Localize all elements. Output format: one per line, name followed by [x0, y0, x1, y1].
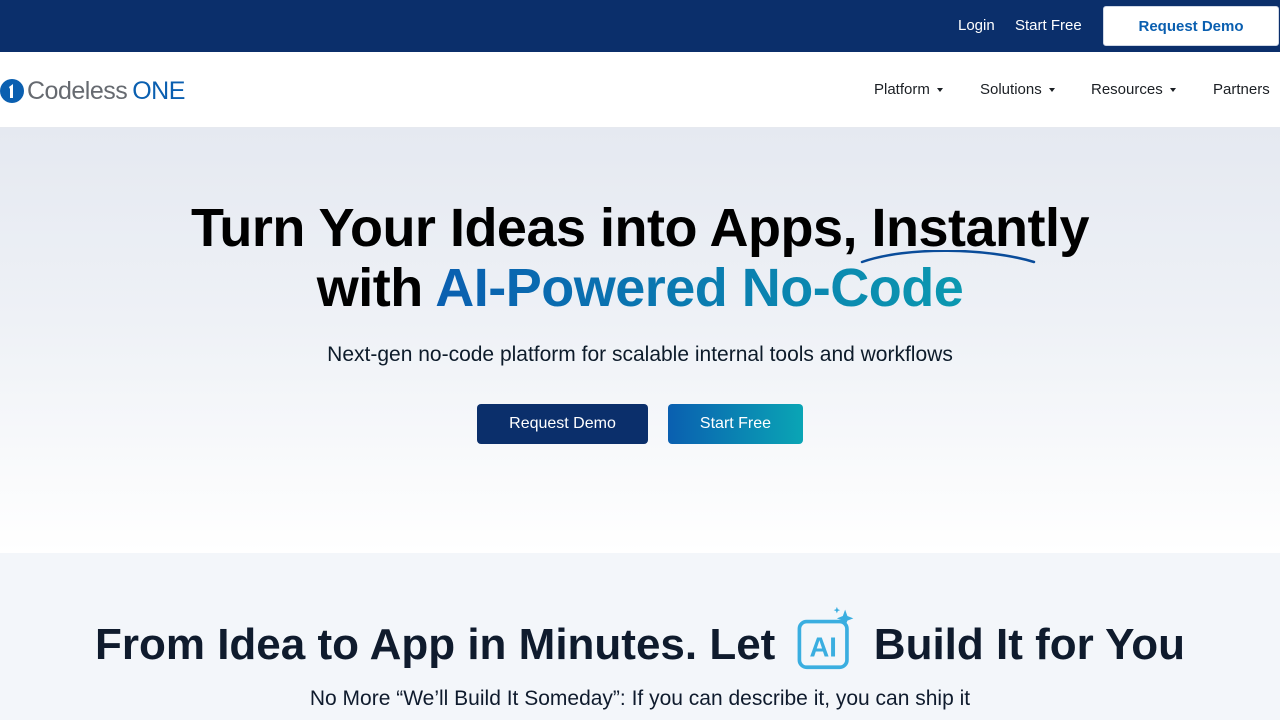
- codeless-one-logo[interactable]: Codeless ONE: [0, 77, 185, 105]
- nav-item-label: Partners: [1213, 81, 1270, 98]
- hero-title-line2: with AI-Powered No-Code: [0, 258, 1280, 318]
- nav-item-label: Platform: [874, 81, 930, 98]
- section-subtitle: No More “We’ll Build It Someday”: If you…: [309, 687, 971, 710]
- caret-down-icon: [1048, 88, 1055, 92]
- ai-sparkle-icon: AI: [797, 607, 853, 670]
- logo-word-one: ONE: [132, 76, 185, 105]
- nav-item-platform[interactable]: Platform: [874, 81, 943, 98]
- hero-subtitle: Next-gen no-code platform for scalable i…: [327, 343, 953, 366]
- caret-down-icon: [936, 88, 943, 92]
- hero-start-free-button[interactable]: Start Free: [668, 404, 803, 444]
- hero-section: Turn Your Ideas into Apps, Instantly wit…: [0, 128, 1280, 553]
- nav-item-partners[interactable]: Partners: [1213, 81, 1270, 98]
- underline-swoosh-icon: [860, 250, 1036, 264]
- idea-to-app-section: From Idea to App in Minutes. Let AI Buil…: [0, 553, 1280, 720]
- logo-mark-icon: [0, 79, 24, 103]
- hero-title-prefix: with: [316, 258, 436, 318]
- nav-item-label: Resources: [1091, 81, 1163, 98]
- top-utility-bar: Login Start Free Request Demo: [0, 0, 1280, 52]
- section-title-after: Build It for You: [861, 620, 1186, 669]
- request-demo-button[interactable]: Request Demo: [1103, 6, 1279, 46]
- logo-word-codeless: Codeless: [27, 76, 128, 105]
- ai-badge-text: AI: [809, 632, 836, 663]
- nav-item-resources[interactable]: Resources: [1091, 81, 1176, 98]
- login-link[interactable]: Login: [958, 17, 995, 35]
- section-title: From Idea to App in Minutes. Let AI Buil…: [0, 607, 1280, 674]
- nav-item-solutions[interactable]: Solutions: [980, 81, 1055, 98]
- hero-request-demo-button[interactable]: Request Demo: [477, 404, 648, 444]
- nav-item-label: Solutions: [980, 81, 1042, 98]
- section-title-before: From Idea to App in Minutes. Let: [94, 620, 788, 669]
- hero-title-line1: Turn Your Ideas into Apps, Instantly: [190, 198, 1090, 258]
- caret-down-icon: [1169, 88, 1176, 92]
- hero-title: Turn Your Ideas into Apps, Instantly wit…: [0, 198, 1280, 318]
- main-navbar: Codeless ONE Platform Solutions Resource…: [0, 52, 1280, 128]
- start-free-link[interactable]: Start Free: [1015, 17, 1082, 35]
